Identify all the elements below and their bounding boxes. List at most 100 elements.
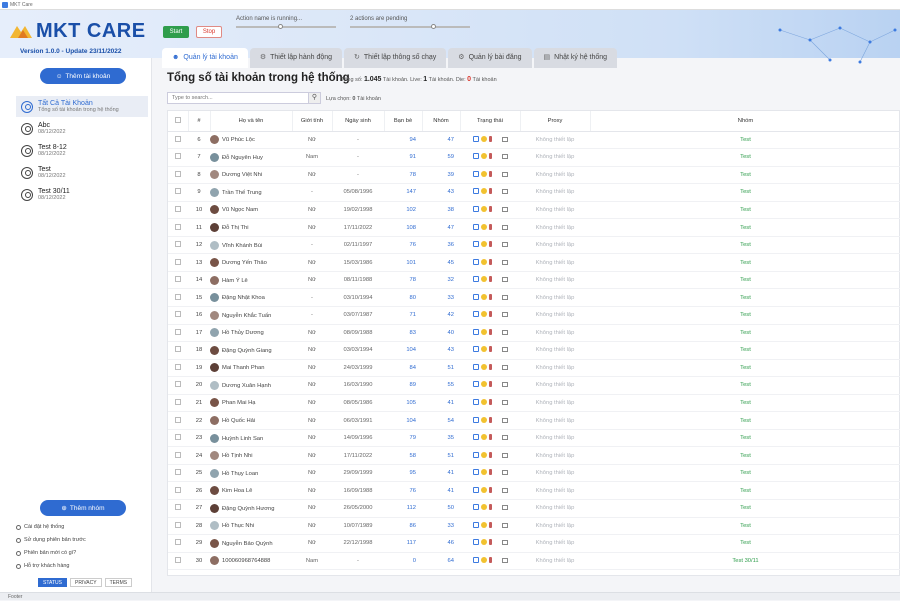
mail-icon[interactable] [501, 364, 508, 370]
edit-icon[interactable] [472, 381, 479, 388]
row-checkbox[interactable] [175, 205, 181, 212]
column-header[interactable]: # [188, 111, 211, 132]
search-icon[interactable]: ⚲ [308, 92, 321, 104]
table-row[interactable]: 14 Hàm Ý Lê Nữ 08/11/1988 78 32 Không thiết lậ… [168, 271, 900, 290]
table-row[interactable]: 7 Đỗ Nguyên Huy Nam -91 59 Không thiết lập Tes… [168, 148, 900, 167]
mail-icon[interactable] [501, 435, 508, 441]
row-checkbox[interactable] [175, 416, 181, 423]
mail-icon[interactable] [501, 470, 508, 476]
column-header[interactable]: Bạn bè [384, 111, 423, 132]
column-header[interactable]: Proxy [520, 111, 591, 132]
account-group-abc[interactable]: Abc 08/12/2022 [16, 118, 148, 139]
add-group-button[interactable]: ⊕ Thêm nhóm [40, 500, 126, 516]
table-row[interactable]: 21 Phan Mai Hạ Nữ 08/05/1986 105 41 Không thiế… [168, 394, 900, 413]
system-settings-link[interactable]: Cài đặt hệ thống [16, 524, 64, 530]
mail-icon[interactable] [501, 189, 508, 195]
edit-icon[interactable] [472, 398, 479, 405]
edit-icon[interactable] [472, 328, 479, 335]
table-row[interactable]: 19 Mai Thanh Phan Nữ 24/03/1999 84 51 Không th… [168, 359, 900, 378]
table-row[interactable]: 24 Hồ Tịnh Nhi Nữ 17/11/2022 58 51 Không thiết… [168, 446, 900, 465]
edit-icon[interactable] [472, 504, 479, 511]
row-checkbox[interactable] [175, 258, 181, 265]
table-row[interactable]: 18 Đặng Quỳnh Giang Nữ 03/03/1994 104 43 Không… [168, 341, 900, 360]
row-checkbox[interactable] [175, 135, 181, 142]
table-row[interactable]: 26 Kim Hoa Lê Nữ 16/09/1988 76 41 Không thiết … [168, 481, 900, 500]
account-group-test-30-11[interactable]: Test 30/11 08/12/2022 [16, 184, 148, 205]
edit-icon[interactable] [472, 276, 479, 283]
edit-icon[interactable] [472, 258, 479, 265]
mail-icon[interactable] [501, 224, 508, 230]
row-checkbox[interactable] [175, 556, 181, 563]
table-row[interactable]: 29 Nguyễn Bảo Quỳnh Nữ 22/12/1998 117 46 Không… [168, 534, 900, 553]
table-row[interactable]: 13 Dương Yến Thảo Nữ 15/03/1986 101 45 Không t… [168, 253, 900, 272]
column-header[interactable]: Họ và tên [210, 111, 293, 132]
row-checkbox[interactable] [175, 381, 181, 388]
row-checkbox[interactable] [175, 434, 181, 441]
row-checkbox[interactable] [175, 451, 181, 458]
mail-icon[interactable] [501, 347, 508, 353]
edit-icon[interactable] [472, 223, 479, 230]
mail-icon[interactable] [501, 557, 508, 563]
edit-icon[interactable] [472, 205, 479, 212]
row-checkbox[interactable] [175, 504, 181, 511]
mail-icon[interactable] [501, 417, 508, 423]
row-checkbox[interactable] [175, 469, 181, 476]
table-row[interactable]: 22 Hồ Quốc Hải Nữ 06/03/1991 104 54 Không thiế… [168, 411, 900, 430]
row-checkbox[interactable] [175, 276, 181, 283]
edit-icon[interactable] [472, 434, 479, 441]
table-row[interactable]: 8 Dương Việt Nhi Nữ -78 39 Không thiết lập Tes… [168, 166, 900, 185]
edit-icon[interactable] [472, 311, 479, 318]
edit-icon[interactable] [472, 170, 479, 177]
add-account-button[interactable]: ☺ Thêm tài khoản [40, 68, 126, 84]
table-row[interactable]: 12 Vĩnh Khánh Bùi -02/11/1997 76 36 Không thi… [168, 236, 900, 255]
table-row[interactable]: 15 Đặng Nhật Khoa -03/10/1994 80 33 Không thi… [168, 288, 900, 307]
mail-icon[interactable] [501, 154, 508, 160]
terms-button[interactable]: TERMS [104, 578, 133, 587]
whats-new-link[interactable]: Phiên bản mới có gì? [16, 550, 76, 556]
mail-icon[interactable] [501, 487, 508, 493]
edit-icon[interactable] [472, 188, 479, 195]
mail-icon[interactable] [501, 242, 508, 248]
table-row[interactable]: 10 Vũ Ngọc Nam Nữ 19/02/1998 102 38 Không thiế… [168, 201, 900, 220]
table-row[interactable]: 25 Hồ Thụy Loan Nữ 29/09/1999 95 41 Không thiế… [168, 464, 900, 483]
row-checkbox[interactable] [175, 363, 181, 370]
mail-icon[interactable] [501, 259, 508, 265]
select-all-checkbox[interactable] [174, 116, 181, 123]
row-checkbox[interactable] [175, 328, 181, 335]
table-row[interactable]: 27 Đặng Quỳnh Hương Nữ 26/05/2000 112 50 Không… [168, 499, 900, 518]
mail-icon[interactable] [501, 540, 508, 546]
mail-icon[interactable] [501, 294, 508, 300]
row-checkbox[interactable] [175, 346, 181, 353]
account-group-test-8-12[interactable]: Test 8-12 08/12/2022 [16, 140, 148, 161]
table-row[interactable]: 9 Trần Thế Trung -05/08/1996 147 43 Không thi… [168, 183, 900, 202]
row-checkbox[interactable] [175, 398, 181, 405]
row-checkbox[interactable] [175, 293, 181, 300]
mail-icon[interactable] [501, 399, 508, 405]
stop-button[interactable]: Stop [196, 26, 222, 38]
mail-icon[interactable] [501, 505, 508, 511]
row-checkbox[interactable] [175, 521, 181, 528]
account-group-test[interactable]: Test 08/12/2022 [16, 162, 148, 183]
mail-icon[interactable] [501, 171, 508, 177]
mail-icon[interactable] [501, 329, 508, 335]
column-header[interactable]: Trạng thái [460, 111, 521, 132]
row-checkbox[interactable] [175, 153, 181, 160]
search-input[interactable] [167, 92, 321, 104]
row-checkbox[interactable] [175, 188, 181, 195]
edit-icon[interactable] [472, 293, 479, 300]
edit-icon[interactable] [472, 363, 479, 370]
mail-icon[interactable] [501, 312, 508, 318]
privacy-button[interactable]: PRIVACY [69, 578, 102, 587]
table-row[interactable]: 16 Nguyễn Khắc Tuấn -03/07/1987 71 42 Không t… [168, 306, 900, 325]
table-row[interactable]: 20 Dương Xuân Hạnh Nữ 16/03/1990 89 55 Không t… [168, 376, 900, 395]
mail-icon[interactable] [501, 522, 508, 528]
row-checkbox[interactable] [175, 539, 181, 546]
edit-icon[interactable] [472, 539, 479, 546]
row-checkbox[interactable] [175, 241, 181, 248]
table-row[interactable]: 11 Đỗ Thị Thi Nữ 17/11/2022 108 47 Không thiết… [168, 218, 900, 237]
mail-icon[interactable] [501, 206, 508, 212]
table-row[interactable]: 30 100060968764888 Nam -0 64 Không thiết lập T… [168, 552, 900, 571]
row-checkbox[interactable] [175, 170, 181, 177]
account-group-all[interactable]: Tất Cả Tài Khoản Tổng số tài khoản trong… [16, 96, 148, 117]
row-checkbox[interactable] [175, 311, 181, 318]
